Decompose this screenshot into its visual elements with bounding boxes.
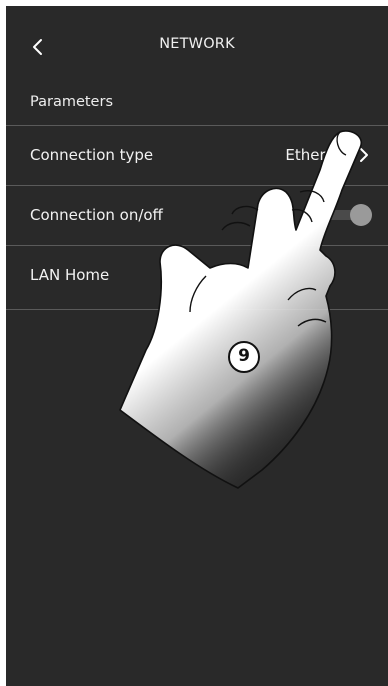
connection-onoff-label: Connection on/off bbox=[30, 206, 163, 224]
lan-home-label: LAN Home bbox=[30, 266, 110, 284]
step-number-badge: 9 bbox=[228, 341, 260, 373]
connection-type-label: Connection type bbox=[30, 146, 154, 164]
title-bar: NETWORK bbox=[6, 6, 388, 86]
page-title: NETWORK bbox=[159, 36, 235, 52]
network-screen: NETWORK Parameters Connection type Ether… bbox=[6, 6, 388, 686]
section-label-parameters: Parameters bbox=[30, 94, 113, 110]
divider bbox=[6, 309, 388, 310]
connection-type-row[interactable]: Connection type Ethernet bbox=[6, 126, 388, 184]
chevron-right-icon bbox=[360, 148, 368, 162]
toggle-knob bbox=[350, 204, 372, 226]
connection-type-value: Ethernet bbox=[285, 146, 350, 164]
connection-toggle[interactable] bbox=[318, 204, 372, 226]
lan-home-row[interactable]: LAN Home bbox=[6, 246, 388, 304]
connection-onoff-row: Connection on/off bbox=[6, 186, 388, 244]
